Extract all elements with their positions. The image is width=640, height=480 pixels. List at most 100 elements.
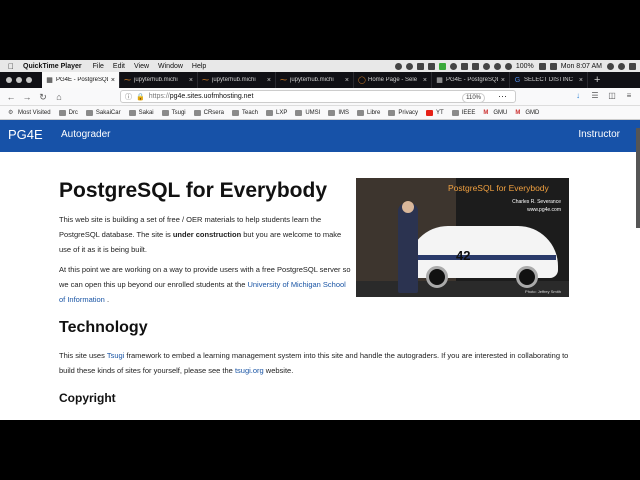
menu-view[interactable]: View bbox=[134, 63, 149, 70]
bookmark-label: Drc bbox=[68, 109, 78, 116]
user-icon[interactable] bbox=[607, 62, 614, 70]
tab-jupyterhub-2[interactable]: ⁓ jupyterhub.michi × bbox=[198, 72, 276, 88]
apple-menu-icon[interactable]:  bbox=[8, 62, 17, 71]
text-icon[interactable] bbox=[427, 62, 435, 70]
tab-label: PG4E - PostgreSQL fo bbox=[446, 77, 498, 83]
autograder-link[interactable]: Autograder bbox=[61, 129, 110, 140]
bookmark-label: Privacy bbox=[398, 109, 419, 116]
tab-jupyterhub-3[interactable]: ⁓ jupyterhub.michi × bbox=[276, 72, 354, 88]
bluetooth-icon[interactable] bbox=[482, 62, 490, 70]
menu-help[interactable]: Help bbox=[192, 63, 206, 70]
tsugi-org-link[interactable]: tsugi.org bbox=[235, 366, 264, 375]
bookmark-gmd[interactable]: M GMD bbox=[515, 110, 539, 116]
menu-clock[interactable]: Mon 8:07 AM bbox=[561, 63, 602, 70]
bookmark-libre[interactable]: Libre bbox=[357, 109, 380, 116]
menu-window[interactable]: Window bbox=[158, 63, 183, 70]
tab-pg4e[interactable]: ▦ PG4E - PostgreSQL fo × bbox=[42, 72, 120, 88]
tab-select-distinct[interactable]: G SELECT DISTINC × bbox=[510, 72, 588, 88]
bookmark-sakaicar[interactable]: SakaiCar bbox=[85, 109, 121, 116]
keyboard-icon[interactable] bbox=[471, 62, 479, 70]
tech-text: This site uses bbox=[59, 351, 107, 360]
folder-icon bbox=[451, 109, 459, 116]
google-icon: G bbox=[514, 76, 521, 84]
app-menu[interactable]: QuickTime Player bbox=[23, 63, 82, 70]
page-actions-icon[interactable]: ⋯ bbox=[498, 91, 507, 102]
tsugi-link[interactable]: Tsugi bbox=[107, 351, 125, 360]
battery-icon[interactable] bbox=[538, 62, 546, 70]
tab-jupyterhub-1[interactable]: ⁓ jupyterhub.michi × bbox=[120, 72, 198, 88]
bookmark-label: UMSI bbox=[305, 109, 321, 116]
zoom-window-button[interactable] bbox=[26, 77, 32, 83]
home-icon[interactable]: ⌂ bbox=[54, 92, 64, 102]
close-tab-icon[interactable]: × bbox=[111, 77, 115, 84]
car-wheel bbox=[516, 266, 538, 288]
page-scrollbar[interactable] bbox=[636, 128, 640, 228]
car-number: 42 bbox=[456, 248, 471, 263]
bookmark-sakai[interactable]: Sakai bbox=[128, 109, 154, 116]
selenium-icon: ◯ bbox=[358, 76, 366, 84]
gear-icon: ⚙ bbox=[8, 109, 14, 116]
tab-pg4e-2[interactable]: ▦ PG4E - PostgreSQL fo × bbox=[432, 72, 510, 88]
close-tab-icon[interactable]: × bbox=[501, 77, 505, 84]
downloads-icon[interactable]: ↓ bbox=[573, 91, 583, 101]
reload-icon[interactable]: ↻ bbox=[38, 92, 48, 102]
zoom-level-button[interactable]: 110% bbox=[462, 93, 485, 103]
bookmark-tsugi[interactable]: Tsugi bbox=[161, 109, 186, 116]
forward-arrow-icon[interactable]: → bbox=[22, 92, 32, 102]
bookmark-label: GMU bbox=[493, 109, 508, 116]
site-brand-link[interactable]: PG4E bbox=[8, 127, 43, 142]
bookmark-most-visited[interactable]: ⚙ Most Visited bbox=[8, 110, 51, 116]
tab-home-page[interactable]: ◯ Home Page - Sele × bbox=[354, 72, 432, 88]
bookmark-lxp[interactable]: LXP bbox=[266, 109, 287, 116]
wifi-icon[interactable] bbox=[493, 62, 501, 70]
bookmark-ieee[interactable]: IEEE bbox=[451, 109, 475, 116]
address-bar[interactable]: ⓘ 🔒 https://pg4e.sites.uofmhosting.net 1… bbox=[120, 90, 516, 103]
record-icon[interactable] bbox=[394, 62, 402, 70]
menu-icon[interactable]: ≡ bbox=[624, 91, 634, 101]
tab-strip: ▦ PG4E - PostgreSQL fo × ⁓ jupyterhub.mi… bbox=[0, 72, 640, 88]
instructor-link[interactable]: Instructor bbox=[578, 129, 620, 140]
bookmark-gmu[interactable]: M GMU bbox=[483, 110, 507, 116]
app-icon[interactable] bbox=[438, 62, 446, 70]
page-icon: ▦ bbox=[46, 76, 53, 84]
site-navbar: PG4E Autograder Instructor bbox=[0, 120, 640, 152]
bookmark-crsera[interactable]: CRsera bbox=[193, 109, 224, 116]
bookmark-drc[interactable]: Drc bbox=[58, 109, 78, 116]
menu-bar-tray: 100% Mon 8:07 AM bbox=[394, 62, 640, 70]
menu-file[interactable]: File bbox=[93, 63, 104, 70]
close-tab-icon[interactable]: × bbox=[345, 77, 349, 84]
new-tab-button[interactable]: + bbox=[594, 74, 600, 86]
technology-heading: Technology bbox=[59, 319, 148, 336]
volume-icon[interactable] bbox=[504, 62, 512, 70]
close-tab-icon[interactable]: × bbox=[579, 77, 583, 84]
cloud-icon[interactable] bbox=[405, 62, 413, 70]
back-arrow-icon[interactable]: ← bbox=[6, 92, 16, 102]
library-icon[interactable]: ☰ bbox=[590, 91, 600, 101]
flag-icon[interactable] bbox=[549, 62, 557, 70]
minimize-window-button[interactable] bbox=[16, 77, 22, 83]
bookmark-privacy[interactable]: Privacy bbox=[388, 109, 419, 116]
folder-icon bbox=[193, 109, 201, 116]
close-tab-icon[interactable]: × bbox=[189, 77, 193, 84]
spotlight-icon[interactable] bbox=[618, 62, 625, 70]
display-icon[interactable] bbox=[460, 62, 468, 70]
gmail-icon: M bbox=[515, 109, 521, 116]
close-tab-icon[interactable]: × bbox=[267, 77, 271, 84]
folder-icon bbox=[231, 109, 239, 116]
print-icon[interactable] bbox=[416, 62, 424, 70]
folder-icon bbox=[58, 109, 66, 116]
time-machine-icon[interactable] bbox=[449, 62, 457, 70]
bookmark-teach[interactable]: Teach bbox=[231, 109, 258, 116]
bookmark-yt[interactable]: YT bbox=[426, 109, 444, 116]
menu-edit[interactable]: Edit bbox=[113, 63, 125, 70]
sidebar-icon[interactable]: ◫ bbox=[607, 91, 617, 101]
close-tab-icon[interactable]: × bbox=[423, 77, 427, 84]
folder-icon bbox=[295, 109, 303, 116]
bookmark-umsi[interactable]: UMSI bbox=[295, 109, 321, 116]
close-window-button[interactable] bbox=[6, 77, 12, 83]
notification-icon[interactable] bbox=[629, 62, 636, 70]
info-icon[interactable]: ⓘ bbox=[125, 92, 132, 102]
window-controls bbox=[6, 77, 36, 83]
folder-icon bbox=[85, 109, 93, 116]
bookmark-ims[interactable]: IMS bbox=[328, 109, 349, 116]
